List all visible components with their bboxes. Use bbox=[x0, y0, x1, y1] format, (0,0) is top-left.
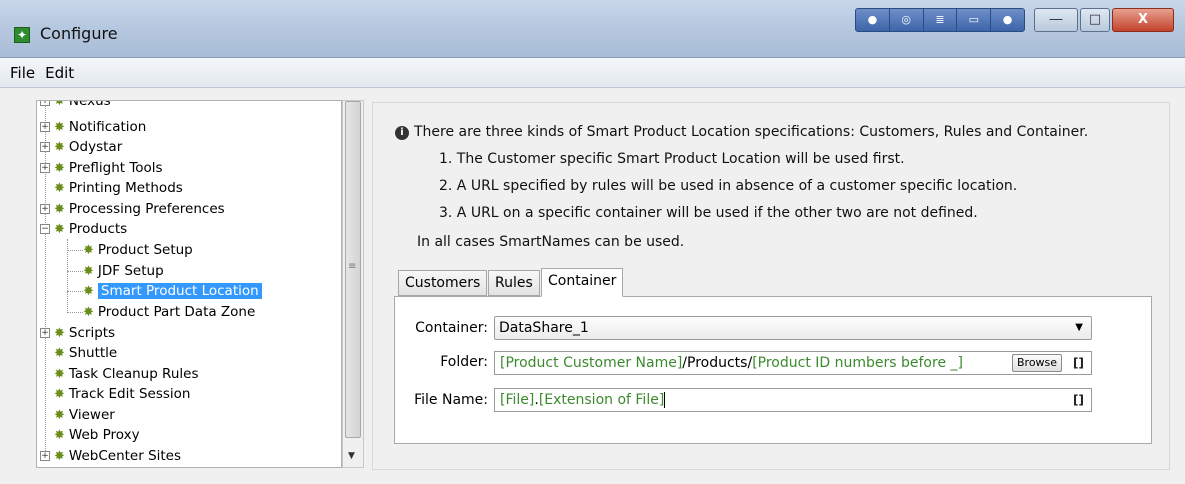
tree-item-products[interactable]: − ✸ Products bbox=[40, 219, 127, 239]
gear-icon: ✸ bbox=[54, 120, 65, 135]
title-bar: ✦ Configure ● ◎ ≣ ▭ ● ― □ X bbox=[0, 0, 1185, 58]
menu-bar: File Edit bbox=[0, 58, 1185, 88]
toolbar-icon-1[interactable]: ● bbox=[856, 9, 890, 31]
gear-icon: ✸ bbox=[54, 428, 65, 443]
tab-rules[interactable]: Rules bbox=[488, 270, 540, 296]
window-title: Configure bbox=[40, 24, 118, 43]
smartname-picker-button[interactable]: [] bbox=[1073, 393, 1084, 407]
info-point-3: 3. A URL on a specific container will be… bbox=[439, 205, 978, 221]
expand-icon[interactable]: + bbox=[40, 122, 50, 132]
tree-item-jdf-setup[interactable]: ✸ JDF Setup bbox=[83, 261, 164, 281]
smartname-token: [File] bbox=[500, 392, 535, 408]
collapse-icon[interactable]: − bbox=[40, 224, 50, 234]
tree-connector bbox=[67, 271, 83, 272]
grip-icon: ≡ bbox=[348, 261, 357, 272]
tab-customers[interactable]: Customers bbox=[398, 270, 488, 296]
tree-item-webcenter-sites[interactable]: + ✸ WebCenter Sites bbox=[40, 446, 181, 466]
tree-item-preflight-tools[interactable]: + ✸ Preflight Tools bbox=[40, 158, 163, 178]
gear-icon: ✸ bbox=[83, 284, 94, 299]
toolbar-icon-4[interactable]: ▭ bbox=[957, 9, 992, 31]
expand-icon[interactable]: + bbox=[40, 142, 50, 152]
gear-icon: ✸ bbox=[54, 449, 65, 464]
gear-icon: ✸ bbox=[54, 326, 65, 341]
smartname-token: [Product ID numbers before _] bbox=[752, 355, 963, 371]
text-cursor bbox=[664, 392, 666, 408]
expand-icon[interactable]: + bbox=[40, 451, 50, 461]
tree-item-scripts[interactable]: + ✸ Scripts bbox=[40, 323, 115, 343]
info-point-2: 2. A URL specified by rules will be used… bbox=[439, 178, 1018, 194]
gear-icon: ✸ bbox=[54, 100, 65, 109]
gear-icon: ✸ bbox=[54, 161, 65, 176]
tree-item-processing-preferences[interactable]: + ✸ Processing Preferences bbox=[40, 199, 225, 219]
info-footer: In all cases SmartNames can be used. bbox=[417, 234, 685, 250]
tree-connector bbox=[67, 250, 83, 251]
gear-icon: ✸ bbox=[54, 181, 65, 196]
info-intro-text: There are three kinds of Smart Product L… bbox=[414, 124, 1089, 140]
gear-icon: ✸ bbox=[83, 264, 94, 279]
info-icon: i bbox=[395, 126, 409, 140]
gear-icon: ✸ bbox=[83, 243, 94, 258]
smartname-token: [Extension of File] bbox=[538, 392, 665, 408]
tree-item-shuttle[interactable]: ✸ Shuttle bbox=[54, 343, 117, 363]
gear-icon: ✸ bbox=[54, 202, 65, 217]
tab-container[interactable]: Container bbox=[541, 268, 624, 297]
container-label: Container: bbox=[415, 320, 488, 336]
tree-item-track-edit-session[interactable]: ✸ Track Edit Session bbox=[54, 384, 190, 404]
file-name-label: File Name: bbox=[414, 392, 488, 408]
scroll-down-icon[interactable]: ▼ bbox=[348, 451, 355, 461]
gear-icon: ✸ bbox=[54, 408, 65, 423]
tree-item-web-proxy[interactable]: ✸ Web Proxy bbox=[54, 425, 140, 445]
tree-item-viewer[interactable]: ✸ Viewer bbox=[54, 405, 115, 425]
folder-literal: /Products/ bbox=[682, 355, 753, 371]
folder-input[interactable]: [Product Customer Name]/Products/[Produc… bbox=[494, 351, 1092, 375]
tree-item-smart-product-location[interactable]: ✸ Smart Product Location bbox=[83, 281, 262, 301]
expand-icon[interactable]: + bbox=[40, 163, 50, 173]
gear-icon: ✸ bbox=[54, 140, 65, 155]
minimize-button[interactable]: ― bbox=[1034, 8, 1078, 32]
tree-connector bbox=[67, 312, 83, 313]
gear-icon: ✸ bbox=[54, 346, 65, 361]
gear-icon: ✸ bbox=[54, 222, 65, 237]
smartname-picker-button[interactable]: [] bbox=[1073, 356, 1084, 370]
smartname-token: [Product Customer Name] bbox=[500, 355, 683, 371]
file-name-input[interactable]: [File].[Extension of File] bbox=[494, 388, 1092, 412]
tree-item-odystar[interactable]: + ✸ Odystar bbox=[40, 137, 122, 157]
container-select[interactable]: DataShare_1 ▼ bbox=[494, 316, 1092, 340]
menu-file[interactable]: File bbox=[8, 64, 37, 82]
toolbar-icon-2[interactable]: ◎ bbox=[890, 9, 924, 31]
dropdown-arrow-icon[interactable]: ▼ bbox=[1075, 317, 1083, 339]
maximize-button[interactable]: □ bbox=[1080, 8, 1110, 32]
title-toolbar: ● ◎ ≣ ▭ ● bbox=[855, 8, 1025, 32]
toolbar-icon-3[interactable]: ≣ bbox=[924, 9, 958, 31]
tree-item-task-cleanup-rules[interactable]: ✸ Task Cleanup Rules bbox=[54, 364, 198, 384]
expand-icon[interactable]: + bbox=[40, 328, 50, 338]
close-button[interactable]: X bbox=[1112, 8, 1174, 32]
gear-icon: ✸ bbox=[54, 367, 65, 382]
tree-scrollbar[interactable]: ≡ ▼ bbox=[342, 100, 364, 468]
folder-label: Folder: bbox=[440, 354, 488, 370]
gear-icon: ✸ bbox=[83, 305, 94, 320]
browse-button[interactable]: Browse bbox=[1012, 354, 1063, 372]
settings-tree: + ✸ Nexus + ✸ Notification + ✸ Odystar + ✸ Prefl… bbox=[36, 100, 342, 468]
expand-icon[interactable]: + bbox=[40, 101, 50, 106]
expand-icon[interactable]: + bbox=[40, 204, 50, 214]
tree-item-product-setup[interactable]: ✸ Product Setup bbox=[83, 240, 193, 260]
container-select-value: DataShare_1 bbox=[499, 320, 589, 336]
tree-item-notification[interactable]: + ✸ Notification bbox=[40, 117, 146, 137]
app-icon: ✦ bbox=[14, 27, 30, 43]
tree-item-printing-methods[interactable]: ✸ Printing Methods bbox=[54, 178, 183, 198]
tree-connector bbox=[67, 291, 83, 292]
menu-edit[interactable]: Edit bbox=[43, 64, 76, 82]
info-intro: i There are three kinds of Smart Product … bbox=[395, 124, 1088, 140]
info-point-1: 1. The Customer specific Smart Product L… bbox=[439, 151, 905, 167]
tree-item-product-part-data-zone[interactable]: ✸ Product Part Data Zone bbox=[83, 302, 255, 322]
toolbar-icon-5[interactable]: ● bbox=[991, 9, 1024, 31]
tree-item-nexus[interactable]: + ✸ Nexus bbox=[40, 100, 111, 111]
gear-icon: ✸ bbox=[54, 387, 65, 402]
